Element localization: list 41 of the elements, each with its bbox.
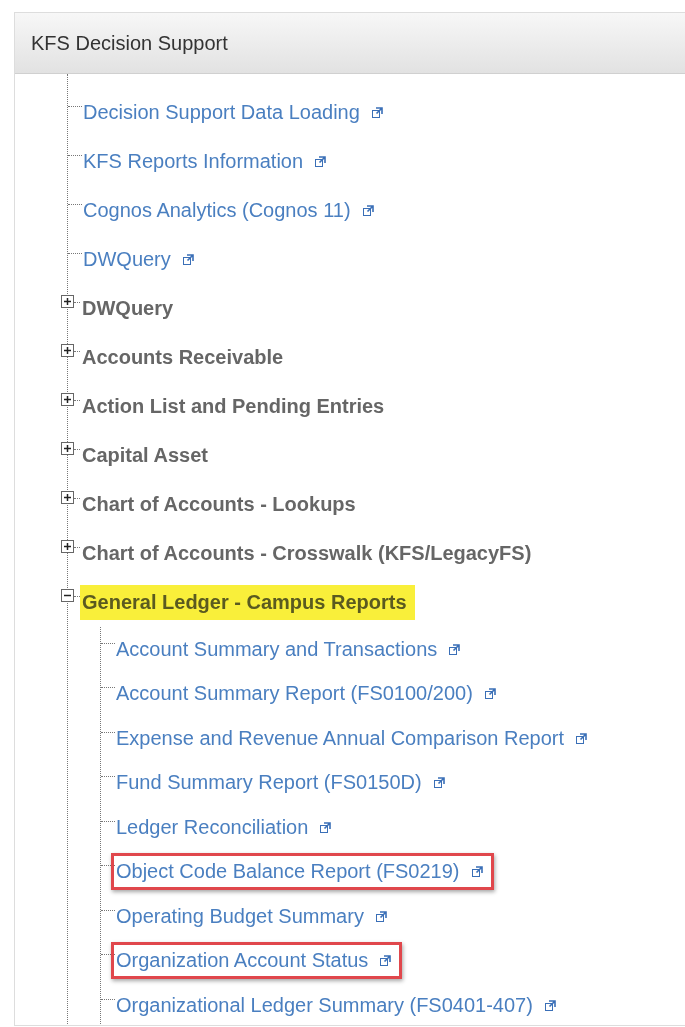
- external-link-icon: [320, 821, 332, 833]
- panel-title: KFS Decision Support: [15, 13, 685, 74]
- report-link[interactable]: Ledger Reconciliation: [111, 808, 343, 846]
- report-link[interactable]: Object Code Balance Report (FS0219): [111, 853, 494, 891]
- external-link-icon: [484, 688, 496, 700]
- folder-label[interactable]: Chart of Accounts - Crosswalk (KFS/LegacyFS): [80, 536, 540, 571]
- folder-label[interactable]: General Ledger - Campus Reports: [80, 585, 415, 620]
- external-link-icon: [375, 910, 387, 922]
- report-link[interactable]: Cognos Analytics (Cognos 11): [78, 192, 385, 229]
- expand-icon[interactable]: [61, 344, 74, 357]
- report-link[interactable]: Account Summary Report (FS0100/200): [111, 675, 507, 713]
- folder-label[interactable]: Chart of Accounts - Lookups: [80, 487, 364, 522]
- external-link-icon: [362, 205, 374, 216]
- external-link-icon: [380, 955, 392, 967]
- collapse-icon[interactable]: [61, 589, 74, 602]
- report-link[interactable]: Expense and Revenue Annual Comparison Report: [111, 719, 599, 757]
- report-link[interactable]: Organization Account Status: [111, 942, 403, 980]
- report-link[interactable]: DWQuery: [78, 241, 205, 278]
- report-link[interactable]: Operating Budget Summary: [111, 897, 398, 935]
- external-link-icon: [471, 866, 483, 878]
- external-link-icon: [182, 254, 194, 265]
- report-link[interactable]: Decision Support Data Loading: [78, 94, 394, 131]
- folder-label[interactable]: Capital Asset: [80, 438, 216, 473]
- external-link-icon: [315, 156, 327, 167]
- expand-icon[interactable]: [61, 295, 74, 308]
- external-link-icon: [576, 732, 588, 744]
- expand-icon[interactable]: [61, 393, 74, 406]
- expand-icon[interactable]: [61, 491, 74, 504]
- expand-icon[interactable]: [61, 540, 74, 553]
- folder-label[interactable]: Action List and Pending Entries: [80, 389, 393, 424]
- expand-icon[interactable]: [61, 442, 74, 455]
- report-link[interactable]: Organizational Ledger Summary (FS0401-407): [111, 986, 567, 1024]
- folder-label[interactable]: Accounts Receivable: [80, 340, 292, 375]
- external-link-icon: [433, 777, 445, 789]
- report-link[interactable]: Account Summary and Transactions: [111, 630, 472, 668]
- folder-label[interactable]: DWQuery: [80, 291, 182, 326]
- external-link-icon: [371, 107, 383, 118]
- external-link-icon: [449, 643, 461, 655]
- report-link[interactable]: KFS Reports Information: [78, 143, 338, 180]
- report-link[interactable]: Fund Summary Report (FS0150D): [111, 764, 456, 802]
- external-link-icon: [544, 999, 556, 1011]
